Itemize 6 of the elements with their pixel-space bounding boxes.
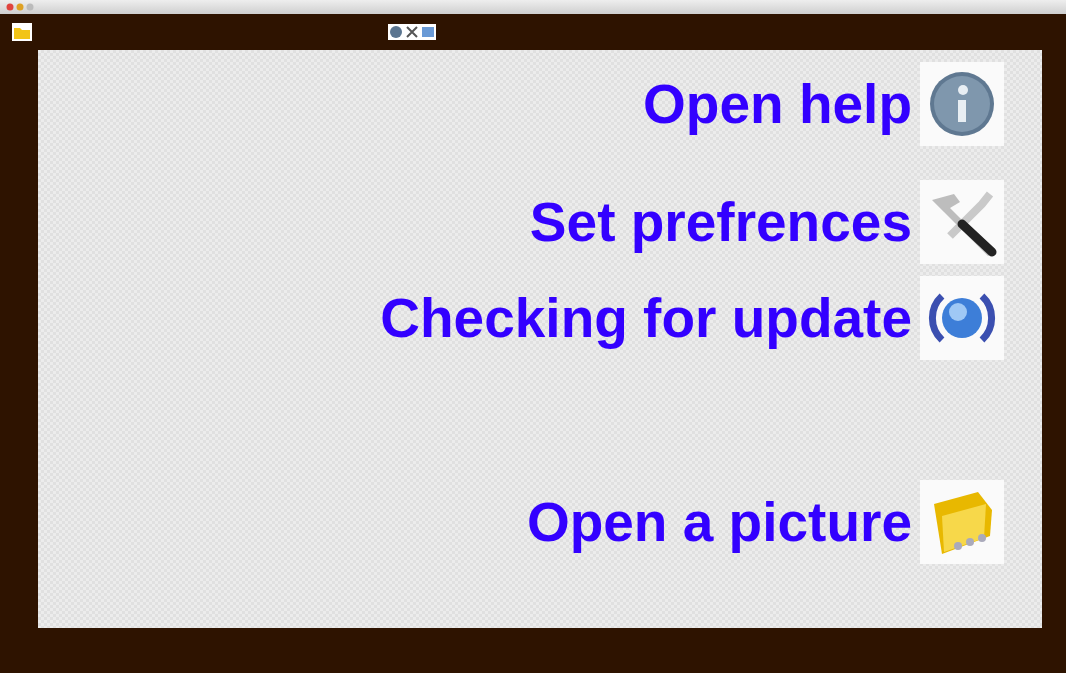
window-buttons[interactable]: [6, 3, 36, 11]
sync-icon[interactable]: [920, 276, 1004, 360]
tools-icon[interactable]: [404, 24, 420, 40]
tools-icon[interactable]: [920, 180, 1004, 264]
info-icon[interactable]: [388, 24, 404, 40]
info-icon[interactable]: [920, 62, 1004, 146]
